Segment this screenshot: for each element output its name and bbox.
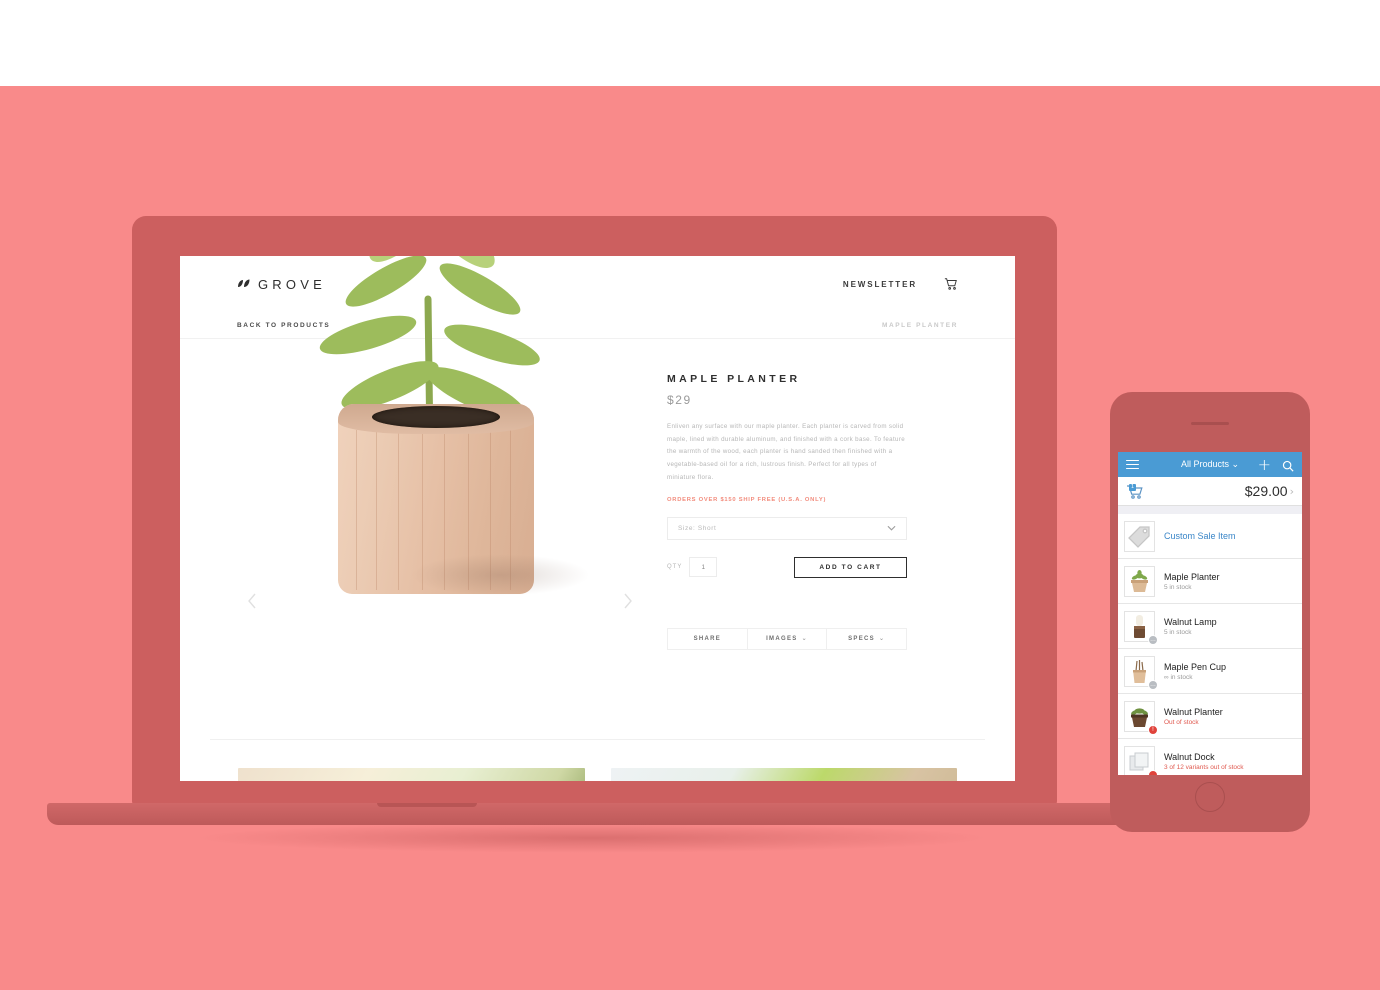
lifestyle-photo-desk-plant[interactable] <box>610 768 957 781</box>
phone-device: All Products ⌄ + 1 $29.00 › Custom Sale … <box>1110 392 1310 832</box>
free-shipping-note: ORDERS OVER $150 SHIP FREE (U.S.A. ONLY) <box>667 496 827 503</box>
chevron-right-icon[interactable] <box>618 592 638 612</box>
page-top-band <box>0 0 1380 86</box>
chevron-down-icon: ⌄ <box>878 635 886 643</box>
status-badge: … <box>1148 769 1158 775</box>
list-item[interactable]: … Walnut Lamp 5 in stock <box>1118 604 1302 649</box>
phone-cart-total: $29.00 › <box>1245 483 1294 499</box>
chevron-left-icon[interactable] <box>242 592 262 612</box>
lifestyle-thumbnails <box>180 740 1015 781</box>
phone-home-button[interactable] <box>1195 782 1225 812</box>
product-section: MAPLE PLANTER $29 Enliven any surface wi… <box>180 256 1015 739</box>
phone-screen: All Products ⌄ + 1 $29.00 › Custom Sale … <box>1118 452 1302 775</box>
list-item-name: Walnut Lamp <box>1164 616 1217 627</box>
list-item-name: Maple Pen Cup <box>1164 661 1227 672</box>
product-gallery <box>180 256 667 739</box>
cart-badge-count: 1 <box>1129 483 1137 491</box>
price-tag-icon <box>1124 520 1155 552</box>
quantity-row: QTY 1 ADD TO CART <box>667 556 907 578</box>
chevron-down-icon: ⌄ <box>801 635 808 643</box>
list-item-text: Maple Planter 5 in stock <box>1164 572 1220 591</box>
list-item-name: Walnut Planter <box>1164 706 1223 717</box>
pot-soil <box>372 406 500 428</box>
laptop-screen: GROVE NEWSLETTER BACK TO PRODUCTS MAPLE … <box>180 256 1015 781</box>
product-shadow <box>410 554 590 596</box>
phone-cart-total-value: $29.00 <box>1244 483 1288 499</box>
quantity-stepper[interactable]: 1 <box>689 557 718 578</box>
walnut-lamp-thumb: … <box>1124 610 1158 645</box>
list-item[interactable]: ! Walnut Planter Out of stock <box>1118 694 1302 739</box>
laptop-device: GROVE NEWSLETTER BACK TO PRODUCTS MAPLE … <box>47 216 1142 853</box>
maple-planter-product-photo <box>240 256 620 729</box>
newsletter-link[interactable]: NEWSLETTER <box>843 280 917 289</box>
list-item-text: Custom Sale Item <box>1164 531 1236 541</box>
list-item-stock: 5 in stock <box>1164 628 1192 636</box>
maple-planter-thumb <box>1124 565 1155 597</box>
tab-images-label: IMAGES <box>766 635 798 642</box>
chevron-right-icon: › <box>1289 484 1294 498</box>
status-badge: … <box>1148 634 1158 645</box>
walnut-planter-thumb: ! <box>1124 700 1158 735</box>
size-select-value: Size: Short <box>678 524 717 532</box>
list-item-stock: 3 of 12 variants out of stock <box>1164 763 1244 771</box>
size-select[interactable]: Size: Short <box>667 516 907 540</box>
breadcrumb-current: MAPLE PLANTER <box>881 321 958 329</box>
list-item-text: Walnut Dock 3 of 12 variants out of stoc… <box>1164 752 1244 771</box>
header-actions: NEWSLETTER <box>843 277 958 291</box>
phone-nav-title-label: All Products <box>1180 459 1229 469</box>
tab-images[interactable]: IMAGES ⌄ <box>748 628 828 649</box>
list-item-text: Walnut Planter Out of stock <box>1164 707 1223 726</box>
tab-specs-label: SPECS <box>848 635 875 642</box>
status-badge: … <box>1148 679 1158 690</box>
list-item-name: Walnut Dock <box>1164 751 1215 762</box>
list-item[interactable]: … Walnut Dock 3 of 12 variants out of st… <box>1118 739 1302 775</box>
tab-share-label: SHARE <box>693 635 722 642</box>
product-description: Enliven any surface with our maple plant… <box>667 423 906 481</box>
list-item[interactable]: Custom Sale Item <box>1118 514 1302 559</box>
list-item-stock: Out of stock <box>1164 718 1199 726</box>
shopping-cart-icon: 1 <box>1126 483 1144 499</box>
laptop-base <box>47 803 1142 825</box>
product-price: $29 <box>667 393 692 407</box>
product-title: MAPLE PLANTER <box>667 373 801 385</box>
hamburger-menu-icon[interactable] <box>1126 457 1139 471</box>
status-badge: ! <box>1148 724 1158 735</box>
list-item[interactable]: … Maple Pen Cup ∞ in stock <box>1118 649 1302 694</box>
list-item-name: Maple Planter <box>1164 571 1220 582</box>
add-to-cart-button[interactable]: ADD TO CART <box>794 556 907 578</box>
list-item-text: Maple Pen Cup ∞ in stock <box>1164 662 1226 681</box>
chevron-down-icon: ⌄ <box>1231 459 1240 469</box>
phone-list-spacer <box>1118 506 1302 514</box>
shopping-cart-icon[interactable] <box>944 277 958 291</box>
qty-label: QTY <box>667 564 683 571</box>
list-item-name: Custom Sale Item <box>1164 531 1236 541</box>
list-item-stock: ∞ in stock <box>1164 673 1193 681</box>
phone-nav-bar: All Products ⌄ + <box>1118 452 1302 477</box>
search-icon[interactable] <box>1282 459 1294 472</box>
plus-icon[interactable]: + <box>1258 456 1271 473</box>
product-details: MAPLE PLANTER $29 Enliven any surface wi… <box>667 339 967 739</box>
lifestyle-photo-succulents[interactable] <box>238 768 585 781</box>
tab-share[interactable]: SHARE <box>668 628 748 649</box>
laptop-shadow <box>192 823 992 853</box>
phone-nav-actions: + <box>1258 456 1294 473</box>
chevron-down-icon <box>887 524 896 533</box>
list-item[interactable]: Maple Planter 5 in stock <box>1118 559 1302 604</box>
list-item-text: Walnut Lamp 5 in stock <box>1164 617 1217 636</box>
walnut-dock-thumb: … <box>1124 745 1158 775</box>
phone-speaker <box>1191 422 1229 425</box>
pot-rim <box>338 404 534 434</box>
tab-specs[interactable]: SPECS ⌄ <box>827 629 906 649</box>
maple-pen-cup-thumb: … <box>1124 655 1158 690</box>
product-tabs: SHARE IMAGES ⌄ SPECS ⌄ <box>667 627 907 650</box>
list-item-stock: 5 in stock <box>1164 583 1192 591</box>
phone-cart-row[interactable]: 1 $29.00 › <box>1118 477 1302 506</box>
